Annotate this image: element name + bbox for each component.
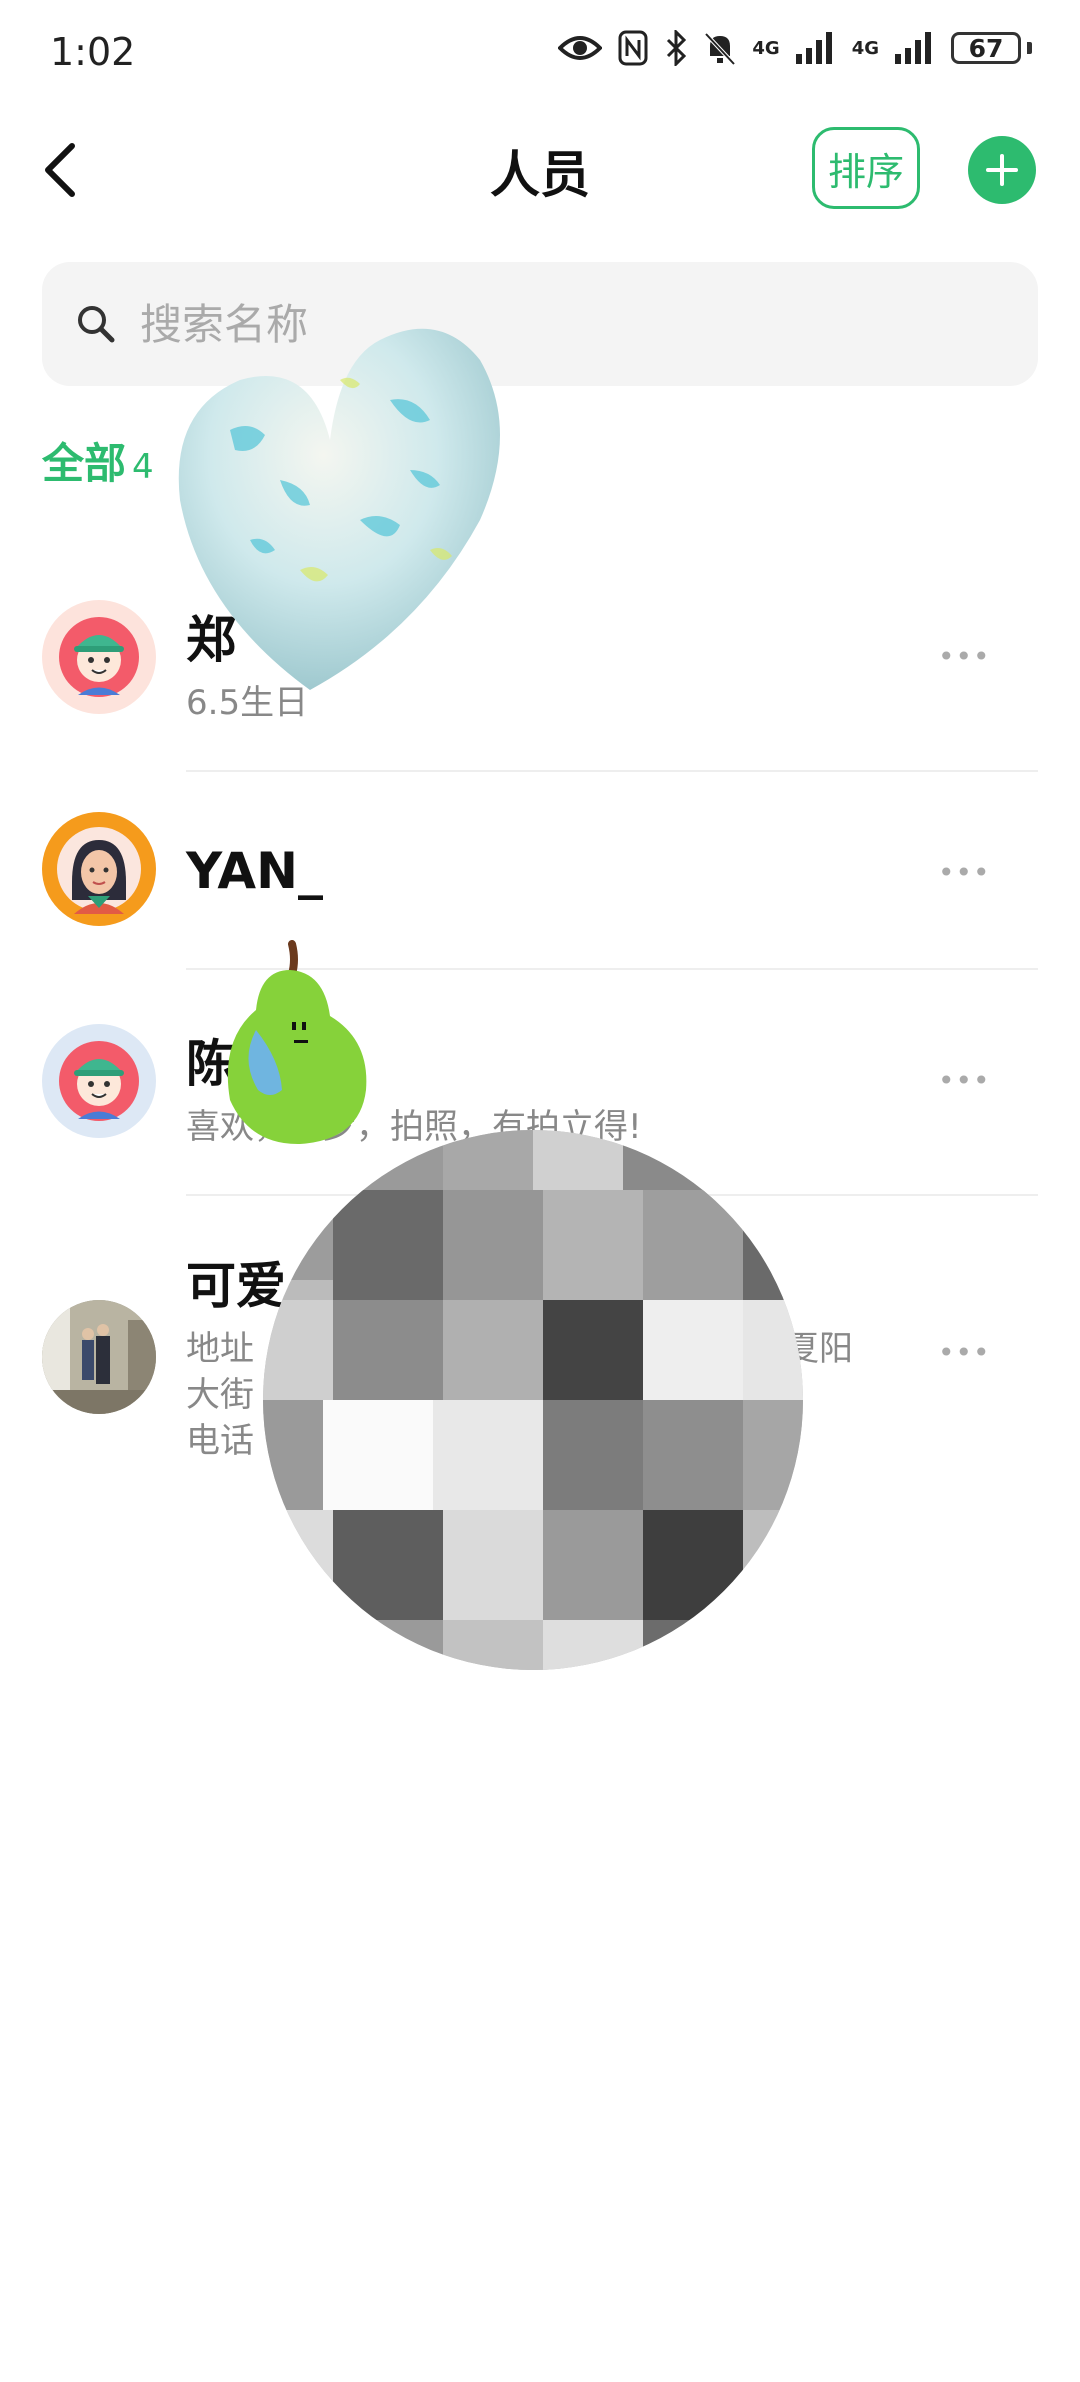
divider [186, 770, 1038, 772]
network-label-1: 4G [752, 37, 780, 59]
contact-row[interactable]: 陈 喜欢，徒步，拍照，有拍立得! ••• [0, 1000, 1080, 1200]
photo-avatar-icon [42, 1300, 156, 1414]
status-icons: 4G 4G 67 [558, 30, 1032, 66]
contact-name: 陈 [186, 1035, 236, 1093]
contact-subtitle-line: 地址 [186, 1329, 254, 1369]
signal-icon-2 [895, 32, 931, 64]
contact-row[interactable]: 郑 6.5生日 ••• [0, 580, 1080, 780]
tab-all[interactable]: 全部 4 [42, 430, 154, 491]
more-button[interactable]: ••• [938, 856, 991, 889]
contact-name: 可爱 [186, 1257, 286, 1315]
contact-subtitle-line: 电话 [186, 1421, 254, 1461]
sort-button[interactable]: 排序 [812, 127, 920, 209]
more-button[interactable]: ••• [938, 640, 991, 673]
search-icon [78, 306, 115, 343]
boy-avatar-icon [59, 1041, 139, 1121]
contact-row[interactable]: YAN_ ••• [0, 800, 1080, 970]
avatar [42, 600, 156, 714]
bluetooth-icon [667, 30, 687, 66]
nfc-icon [618, 30, 648, 66]
mute-bell-icon [704, 32, 736, 66]
battery-tip [1027, 42, 1032, 54]
search-bar[interactable] [42, 262, 1038, 386]
tab-all-label: 全部 [42, 439, 127, 488]
contact-name: 郑 [186, 611, 236, 669]
contact-subtitle: 喜欢，徒步，拍照，有拍立得! [186, 1107, 642, 1147]
battery-indicator: 67 [951, 32, 1021, 64]
avatar [42, 1300, 156, 1414]
contact-subtitle-right: 夏阳 [785, 1329, 853, 1369]
divider [186, 1194, 1038, 1196]
boy-avatar-icon [59, 617, 139, 697]
more-button[interactable]: ••• [938, 1064, 991, 1097]
network-label-2: 4G [851, 37, 879, 59]
search-input[interactable] [138, 298, 942, 350]
tab-all-count: 4 [132, 447, 154, 487]
avatar [42, 1024, 156, 1138]
more-button[interactable]: ••• [938, 1336, 991, 1369]
eye-icon [558, 36, 603, 60]
divider [186, 968, 1038, 970]
contact-subtitle-line: 大街 [186, 1375, 254, 1415]
contact-subtitle: 6.5生日 [186, 683, 309, 723]
avatar [42, 812, 156, 926]
girl-avatar-icon [57, 827, 141, 914]
add-button[interactable] [968, 136, 1036, 204]
status-time: 1:02 [50, 30, 136, 74]
plus-icon [986, 154, 1018, 186]
signal-icon [795, 32, 832, 64]
contact-row[interactable]: 可爱 地址 大街 电话 夏阳 ••• [0, 1230, 1080, 1490]
contact-name: YAN_ [186, 842, 323, 900]
